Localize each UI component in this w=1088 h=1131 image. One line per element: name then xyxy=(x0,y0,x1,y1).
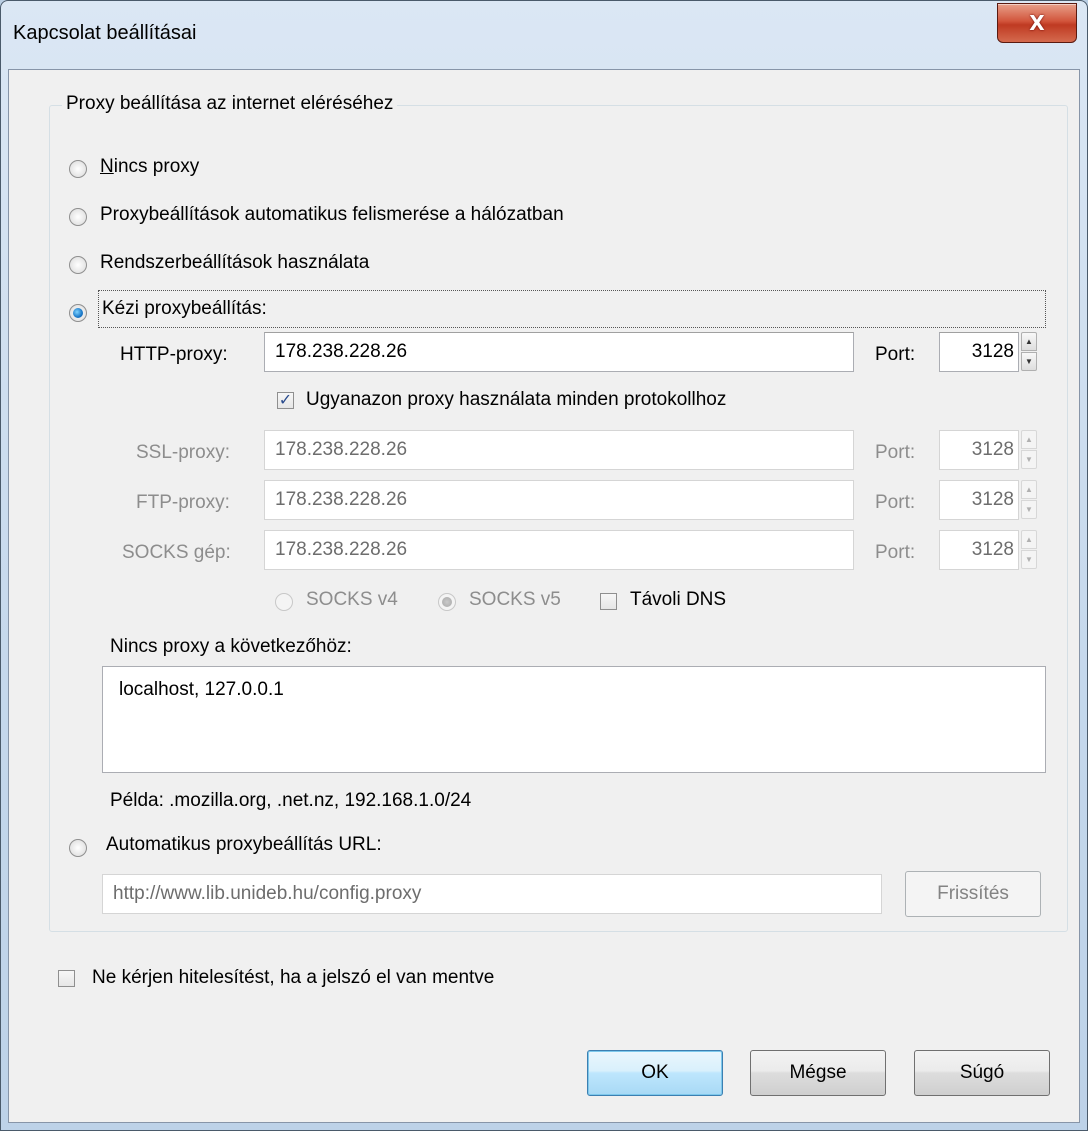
radio-system-proxy[interactable] xyxy=(69,256,87,274)
radio-no-proxy-label[interactable]: Nincs proxy xyxy=(100,156,199,178)
help-button[interactable]: Súgó xyxy=(914,1050,1050,1096)
ftp-port-label: Port: xyxy=(875,492,916,513)
no-auth-prompt-checkbox[interactable] xyxy=(58,970,75,987)
http-port-label: Port: xyxy=(875,344,916,365)
dialog-window: Kapcsolat beállításai X Proxy beállítása… xyxy=(0,0,1088,1131)
no-auth-prompt-label[interactable]: Ne kérjen hitelesítést, ha a jelszó el v… xyxy=(92,967,494,989)
radio-manual-proxy-label[interactable]: Kézi proxybeállítás: xyxy=(102,298,267,320)
close-button[interactable]: X xyxy=(997,3,1077,43)
ssl-port-spinner[interactable]: ▲ ▼ xyxy=(1021,430,1037,470)
ssl-port-label: Port: xyxy=(875,442,916,463)
spin-down-icon[interactable]: ▼ xyxy=(1021,352,1037,371)
window-title: Kapcsolat beállításai xyxy=(13,22,197,44)
close-icon: X xyxy=(1029,11,1045,35)
spin-up-icon[interactable]: ▲ xyxy=(1021,530,1037,549)
no-proxy-example: Példa: .mozilla.org, .net.nz, 192.168.1.… xyxy=(110,790,472,811)
ssl-proxy-input[interactable]: 178.238.228.26 xyxy=(264,430,854,470)
http-proxy-input[interactable]: 178.238.228.26 xyxy=(264,332,854,372)
radio-system-proxy-label[interactable]: Rendszerbeállítások használata xyxy=(100,252,369,274)
radio-no-proxy[interactable] xyxy=(69,160,87,178)
auto-url-input[interactable]: http://www.lib.unideb.hu/config.proxy xyxy=(102,874,882,914)
radio-auto-detect-label[interactable]: Proxybeállítások automatikus felismerése… xyxy=(100,204,564,226)
spin-down-icon[interactable]: ▼ xyxy=(1021,500,1037,519)
ftp-proxy-input[interactable]: 178.238.228.26 xyxy=(264,480,854,520)
socks-port-spinner[interactable]: ▲ ▼ xyxy=(1021,530,1037,570)
dialog-body: Proxy beállítása az internet eléréséhez … xyxy=(8,69,1080,1123)
http-proxy-label: HTTP-proxy: xyxy=(120,344,228,365)
no-proxy-for-label: Nincs proxy a következőhöz: xyxy=(110,636,352,657)
spin-up-icon[interactable]: ▲ xyxy=(1021,430,1037,449)
same-proxy-checkbox[interactable] xyxy=(277,390,294,409)
socks-v5-label[interactable]: SOCKS v5 xyxy=(469,589,561,611)
group-legend: Proxy beállítása az internet eléréséhez xyxy=(62,93,398,115)
radio-manual-proxy[interactable] xyxy=(69,304,87,322)
cancel-button[interactable]: Mégse xyxy=(750,1050,886,1096)
proxy-settings-group: Proxy beállítása az internet eléréséhez … xyxy=(49,93,1068,932)
ssl-proxy-label: SSL-proxy: xyxy=(136,442,230,463)
radio-auto-url[interactable] xyxy=(69,839,87,857)
socks-port-input[interactable]: 3128 xyxy=(939,530,1019,570)
radio-no-proxy-text: incs proxy xyxy=(113,156,200,177)
http-port-spinner[interactable]: ▲ ▼ xyxy=(1021,332,1037,372)
mnemonic-n: N xyxy=(100,156,114,177)
no-proxy-textarea[interactable]: localhost, 127.0.0.1 xyxy=(102,666,1046,773)
socks-host-label: SOCKS gép: xyxy=(122,542,231,563)
remote-dns-label[interactable]: Távoli DNS xyxy=(630,589,726,611)
remote-dns-checkbox[interactable] xyxy=(600,593,617,610)
ok-button[interactable]: OK xyxy=(587,1050,723,1096)
spin-up-icon[interactable]: ▲ xyxy=(1021,480,1037,499)
radio-auto-detect[interactable] xyxy=(69,208,87,226)
reload-button[interactable]: Frissítés xyxy=(905,871,1041,917)
ftp-proxy-label: FTP-proxy: xyxy=(136,492,230,513)
radio-auto-url-label[interactable]: Automatikus proxybeállítás URL: xyxy=(106,834,382,856)
same-proxy-label[interactable]: Ugyanazon proxy használata minden protok… xyxy=(306,389,726,411)
title-bar[interactable]: Kapcsolat beállításai X xyxy=(1,1,1087,69)
radio-socks-v4[interactable] xyxy=(275,593,293,611)
spin-up-icon[interactable]: ▲ xyxy=(1021,332,1037,351)
spin-down-icon[interactable]: ▼ xyxy=(1021,550,1037,569)
radio-socks-v5[interactable] xyxy=(438,593,456,611)
socks-port-label: Port: xyxy=(875,542,916,563)
http-port-input[interactable]: 3128 xyxy=(939,332,1019,372)
ftp-port-spinner[interactable]: ▲ ▼ xyxy=(1021,480,1037,520)
socks-host-input[interactable]: 178.238.228.26 xyxy=(264,530,854,570)
ftp-port-input[interactable]: 3128 xyxy=(939,480,1019,520)
spin-down-icon[interactable]: ▼ xyxy=(1021,450,1037,469)
socks-v4-label[interactable]: SOCKS v4 xyxy=(306,589,398,611)
ssl-port-input[interactable]: 3128 xyxy=(939,430,1019,470)
